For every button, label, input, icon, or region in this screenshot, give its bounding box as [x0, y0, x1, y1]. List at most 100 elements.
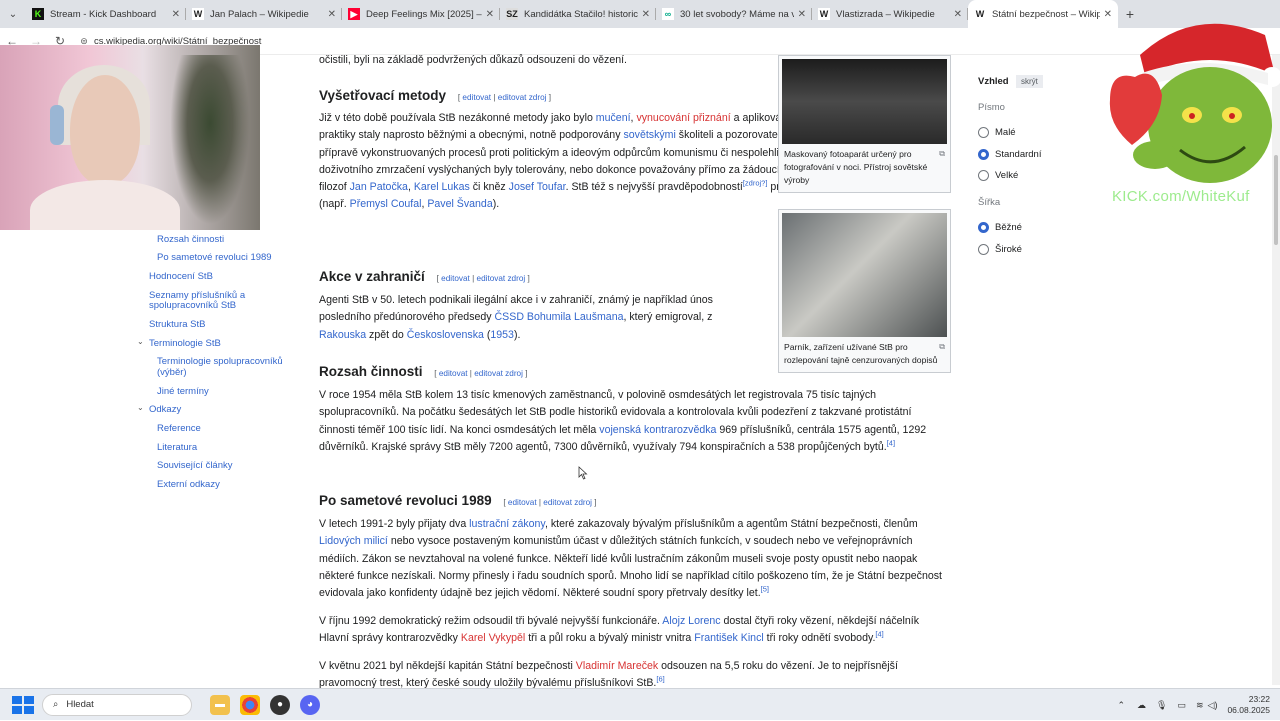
tab-search-icon[interactable]: ⌄ — [0, 0, 26, 28]
close-tab-icon[interactable]: ✕ — [954, 9, 962, 20]
chevron-down-icon[interactable]: ⌄ — [137, 403, 144, 412]
link[interactable]: Alojz Lorenc — [662, 615, 720, 627]
close-tab-icon[interactable]: ✕ — [798, 9, 806, 20]
hide-button[interactable]: skrýt — [1016, 75, 1043, 88]
link[interactable]: Rakouska — [319, 329, 366, 341]
link[interactable]: mučení — [596, 112, 631, 124]
toc-item[interactable]: Terminologie spolupracovníků — [157, 356, 283, 367]
link[interactable]: Pavel Švanda — [427, 198, 492, 210]
toc-item[interactable]: Po sametové revoluci 1989 — [157, 252, 272, 263]
clock[interactable]: 23:22 06.08.2025 — [1227, 694, 1270, 716]
link[interactable]: Karel Lukas — [414, 181, 470, 193]
reference-link[interactable]: [4] — [887, 438, 895, 447]
figure-caption: Maskovaný fotoaparát určený pro fotograf… — [782, 144, 947, 189]
windows-start-icon[interactable] — [12, 695, 34, 714]
link[interactable]: 1953 — [490, 329, 514, 341]
section-heading-akce-v-zahranici: Akce v zahraničí [ editovat | editovat z… — [319, 269, 530, 284]
favicon-icon: W — [818, 8, 830, 20]
tab-5[interactable]: ∞ 30 let svobody? Máme na víc? ✕ — [656, 0, 812, 28]
reference-link[interactable]: [4] — [875, 630, 883, 639]
toc-item[interactable]: (výběr) — [157, 367, 187, 378]
close-tab-icon[interactable]: ✕ — [172, 9, 180, 20]
radio-width_options-0[interactable]: Běžné — [978, 222, 1022, 233]
edit-links: [ editovat | editovat zdroj ] — [457, 93, 552, 102]
radio-width_options-1[interactable]: Široké — [978, 243, 1022, 255]
link[interactable]: František Kincl — [694, 632, 763, 644]
camera-photo[interactable] — [782, 59, 947, 144]
edit-link[interactable]: editovat — [508, 498, 537, 507]
chevron-up-icon[interactable]: ⌃ — [1117, 700, 1125, 711]
tab-3[interactable]: ▶ Deep Feelings Mix [2025] – ✕ — [342, 0, 500, 28]
edit-link[interactable]: editovat — [462, 93, 491, 102]
toc-item[interactable]: spolupracovníků StB — [149, 300, 236, 311]
link[interactable]: sovětskými — [623, 129, 675, 141]
radio-button-icon[interactable] — [978, 243, 989, 255]
link[interactable]: Josef Toufar — [509, 181, 566, 193]
link[interactable]: Jan Patočka — [350, 181, 408, 193]
link-missing[interactable]: Vladimír Mareček — [576, 660, 658, 672]
toc-item[interactable]: Reference — [157, 423, 201, 434]
edit-source-link[interactable]: editovat zdroj — [543, 498, 592, 507]
edit-links: [ editovat | editovat zdroj ] — [503, 498, 597, 507]
citation-needed[interactable]: [zdroj?] — [743, 179, 768, 188]
tab-2[interactable]: W Jan Palach – Wikipedie ✕ — [186, 0, 342, 28]
reference-link[interactable]: [6] — [656, 675, 664, 684]
tab-6[interactable]: W Vlastizrada – Wikipedie ✕ — [812, 0, 968, 28]
radio-button-icon[interactable] — [978, 170, 989, 181]
discord-icon[interactable]: ◕ — [300, 694, 320, 715]
close-tab-icon[interactable]: ✕ — [642, 9, 650, 20]
tab-4[interactable]: SZ Kandidátka Stačilo! historický ✕ — [500, 0, 656, 28]
radio-label: Velké — [995, 170, 1019, 181]
link[interactable]: lustrační zákony — [469, 518, 545, 530]
link[interactable]: Lidových milicí — [319, 535, 388, 547]
chrome-icon[interactable] — [240, 694, 260, 715]
toc-item[interactable]: Literatura — [157, 442, 197, 453]
radio-button-icon[interactable] — [978, 148, 989, 160]
caption-text: Parník, zařízení užívané StB pro rozlepo… — [784, 342, 938, 365]
toc-item[interactable]: Související články — [157, 460, 233, 471]
link-missing[interactable]: Karel Vykypěl — [461, 632, 525, 644]
mouse-cursor-icon — [578, 466, 588, 480]
toc-item[interactable]: Rozsah činnosti — [157, 234, 224, 245]
radio-text_options-2[interactable]: Velké — [978, 170, 1018, 181]
close-tab-icon[interactable]: ✕ — [328, 9, 336, 20]
edit-link[interactable]: editovat — [439, 369, 468, 378]
link-missing[interactable]: vynucování přiznání — [636, 112, 730, 124]
toc-item[interactable]: Struktura StB — [149, 319, 206, 330]
monitor-icon[interactable]: ▭ — [1177, 700, 1186, 711]
enlarge-icon[interactable]: ⧉ — [939, 340, 945, 353]
enlarge-icon[interactable]: ⧉ — [939, 147, 945, 160]
wifi-icon[interactable]: ≋ — [1196, 700, 1204, 711]
steamer-photo[interactable] — [782, 213, 947, 337]
radio-button-icon[interactable] — [978, 127, 989, 138]
microphone-icon[interactable]: 🎙 — [1156, 700, 1167, 711]
tab-1[interactable]: K Stream - Kick Dashboard ✕ — [26, 0, 186, 28]
link[interactable]: Československa — [407, 329, 484, 341]
toc-item[interactable]: Odkazy — [149, 404, 181, 415]
toc-item[interactable]: Externí odkazy — [157, 479, 220, 490]
radio-button-icon[interactable] — [978, 222, 989, 233]
volume-icon[interactable]: ◁) — [1208, 700, 1218, 711]
chevron-down-icon[interactable]: ⌄ — [137, 337, 144, 346]
link[interactable]: ČSSD Bohumila Laušmana — [495, 311, 624, 323]
edit-link[interactable]: editovat — [441, 274, 470, 283]
toc-item[interactable]: Hodnocení StB — [149, 271, 213, 282]
reference-link[interactable]: [5] — [761, 585, 769, 594]
close-tab-icon[interactable]: ✕ — [486, 9, 494, 20]
link[interactable]: vojenská kontrarozvědka — [599, 424, 716, 436]
toc-item[interactable]: Jiné termíny — [157, 386, 209, 397]
section-heading-rozsah-cinnosti: Rozsah činnosti [ editovat | editovat zd… — [319, 364, 527, 379]
obs-icon[interactable]: ● — [270, 694, 290, 715]
edit-source-link[interactable]: editovat zdroj — [498, 93, 547, 102]
network-icon[interactable]: ☁ — [1137, 700, 1146, 711]
radio-text_options-1[interactable]: Standardní — [978, 148, 1041, 160]
kick-overlay-text: KICK.com/WhiteKuf — [1112, 188, 1250, 205]
toc-item[interactable]: Terminologie StB — [149, 338, 221, 349]
edit-source-link[interactable]: editovat zdroj — [477, 274, 526, 283]
taskbar-search[interactable]: ⌕ Hledat — [42, 693, 192, 716]
file-explorer-icon[interactable]: ▬ — [210, 694, 230, 715]
link[interactable]: Přemysl Coufal — [350, 198, 422, 210]
radio-text_options-0[interactable]: Malé — [978, 127, 1016, 138]
edit-source-link[interactable]: editovat zdroj — [474, 369, 523, 378]
tab-7[interactable]: WStátní bezpečnost – Wikipedie✕ — [968, 0, 1118, 28]
